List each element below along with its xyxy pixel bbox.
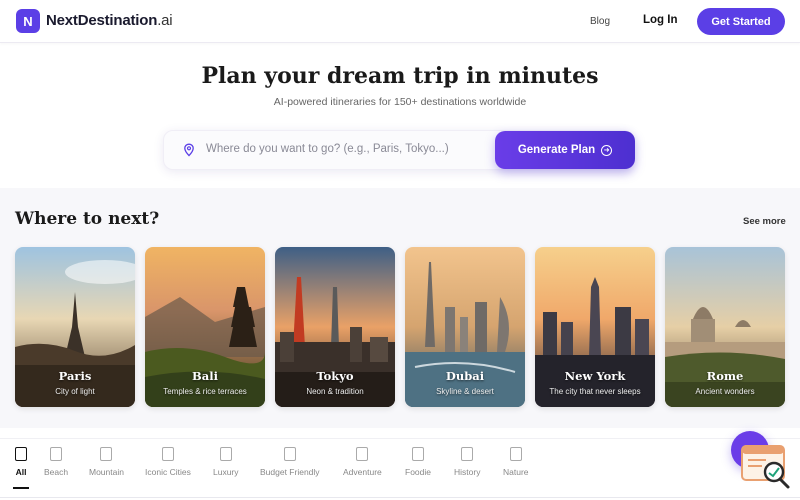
category-tab-all[interactable]: All [13, 447, 29, 489]
category-filter-bar: All Beach Mountain Iconic Cities Luxury … [0, 438, 800, 500]
all-icon [15, 447, 27, 461]
destination-name: Rome [706, 369, 744, 383]
budget-icon [283, 447, 296, 461]
see-more-link[interactable]: See more [743, 216, 786, 227]
arrow-right-circle-icon: ➜ [601, 144, 613, 156]
category-tab-nature[interactable]: Nature [503, 447, 529, 477]
destination-name: Dubai [445, 369, 485, 383]
destination-tagline: City of light [55, 387, 95, 396]
brand-name-main: NextDestination [46, 12, 158, 29]
rome-photo [665, 247, 785, 407]
mountain-icon [100, 447, 113, 461]
new-york-photo [535, 247, 655, 407]
category-label: Budget Friendly [260, 467, 320, 477]
top-navbar: N NextDestination.ai Blog Log In Get Sta… [0, 0, 800, 43]
category-tab-beach[interactable]: Beach [44, 447, 68, 477]
luxury-icon [219, 447, 232, 461]
history-icon [461, 447, 474, 461]
category-label: History [454, 467, 481, 477]
destination-search-bar: Generate Plan ➜ [163, 130, 635, 170]
section-title: Where to next? [15, 209, 160, 229]
beach-icon [50, 447, 63, 461]
food-icon [412, 447, 424, 461]
generate-plan-label: Generate Plan [517, 144, 596, 156]
category-tab-foodie[interactable]: Foodie [405, 447, 431, 477]
category-label: Luxury [213, 467, 239, 477]
destination-name: Paris [58, 369, 92, 383]
category-tab-luxury[interactable]: Luxury [213, 447, 239, 477]
adventure-icon [356, 447, 369, 461]
destination-card-paris[interactable]: Paris City of light [15, 247, 135, 407]
category-label: Iconic Cities [145, 467, 191, 477]
destination-tagline: The city that never sleeps [549, 387, 641, 396]
destination-search-input[interactable] [206, 143, 486, 155]
destination-tagline: Skyline & desert [436, 387, 494, 396]
category-tab-iconic-cities[interactable]: Iconic Cities [145, 447, 191, 477]
category-label: Nature [503, 467, 529, 477]
nature-icon [509, 447, 522, 461]
destination-tagline: Ancient wonders [695, 387, 755, 396]
category-label: All [15, 467, 27, 477]
destination-card-tokyo[interactable]: Tokyo Neon & tradition [275, 247, 395, 407]
dubai-photo [405, 247, 525, 407]
category-label: Mountain [89, 467, 124, 477]
bali-photo [145, 247, 265, 407]
category-label: Beach [44, 467, 69, 477]
location-pin-icon [184, 143, 194, 157]
generate-plan-button[interactable]: Generate Plan ➜ [495, 131, 635, 169]
get-started-button[interactable]: Get Started [697, 8, 785, 35]
destination-tagline: Neon & tradition [306, 387, 364, 396]
brand-name-suffix: .ai [157, 12, 173, 29]
brand-name[interactable]: NextDestination.ai [46, 12, 173, 29]
category-tab-adventure[interactable]: Adventure [343, 447, 382, 477]
search-document-icon[interactable] [740, 444, 792, 490]
tokyo-photo [275, 247, 395, 407]
category-label: Adventure [343, 467, 382, 477]
destination-card-new-york[interactable]: New York The city that never sleeps [535, 247, 655, 407]
login-button[interactable]: Log In [643, 14, 678, 26]
paris-photo [15, 247, 135, 407]
divider [0, 497, 800, 498]
nav-link-blog[interactable]: Blog [590, 16, 610, 27]
hero-title: Plan your dream trip in minutes [201, 63, 599, 89]
category-tab-budget-friendly[interactable]: Budget Friendly [260, 447, 320, 477]
destinations-section: Where to next? See more Paris City of li… [0, 188, 800, 428]
category-label: Foodie [405, 467, 431, 477]
destination-name: New York [564, 369, 626, 383]
destination-name: Bali [192, 369, 218, 383]
destination-card-dubai[interactable]: Dubai Skyline & desert [405, 247, 525, 407]
hero-subtitle: AI-powered itineraries for 150+ destinat… [273, 96, 527, 108]
destination-name: Tokyo [316, 369, 354, 383]
destination-card-bali[interactable]: Bali Temples & rice terraces [145, 247, 265, 407]
category-tab-mountain[interactable]: Mountain [89, 447, 124, 477]
destination-tagline: Temples & rice terraces [163, 387, 247, 396]
logo-badge[interactable]: N [16, 9, 40, 33]
city-icon [161, 447, 174, 461]
destination-card-rome[interactable]: Rome Ancient wonders [665, 247, 785, 407]
category-tab-history[interactable]: History [454, 447, 480, 477]
